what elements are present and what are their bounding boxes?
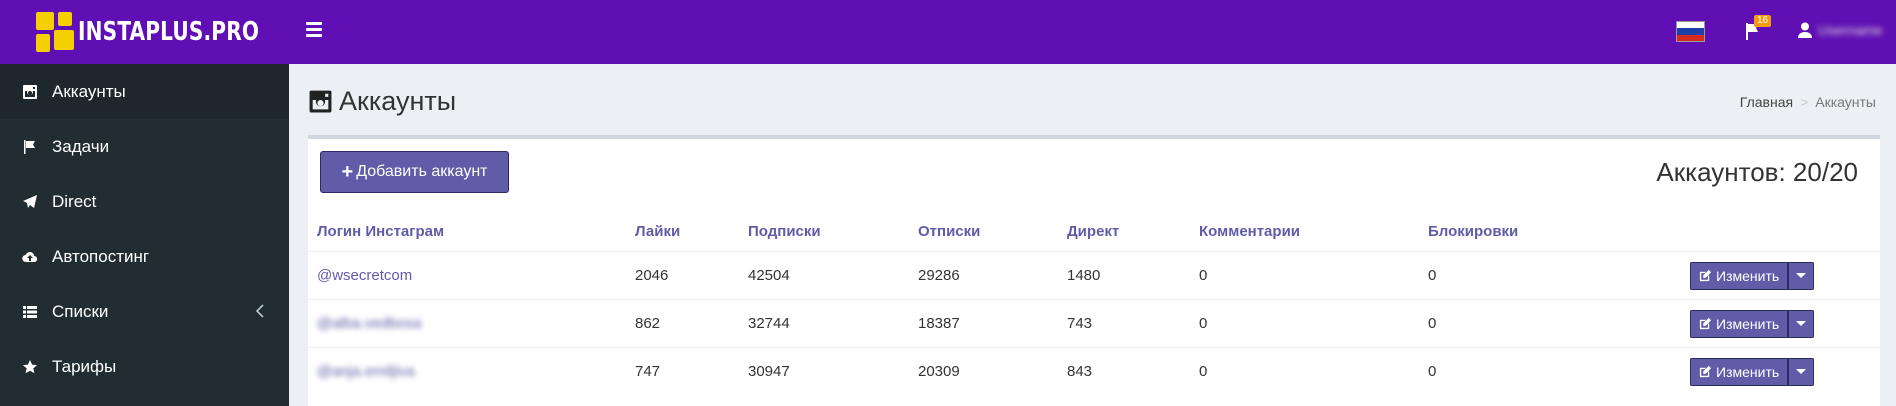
column-header-likes[interactable]: Лайки xyxy=(635,211,680,251)
list-icon xyxy=(22,304,38,320)
plus-icon: + xyxy=(341,161,354,183)
row-actions: Изменить xyxy=(1690,348,1815,395)
notifications-button[interactable]: 16 xyxy=(1743,15,1772,43)
blocks-cell: 0 xyxy=(1428,363,1437,380)
sidebar-item-label: Direct xyxy=(52,191,97,211)
notification-count-badge: 16 xyxy=(1754,15,1772,27)
user-icon xyxy=(1798,22,1812,38)
top-navbar: INSTAPLUS.PRO 16 Username xyxy=(0,0,1896,64)
sidebar-item-label: Аккаунты xyxy=(52,81,126,101)
column-header-login[interactable]: Логин Инстаграм xyxy=(317,211,444,251)
accounts-box: + Добавить аккаунт Аккаунтов: 20/20 Логи… xyxy=(308,135,1880,406)
sidebar-item-lists[interactable]: Списки xyxy=(0,284,289,339)
edit-label: Изменить xyxy=(1716,315,1780,332)
sidebar: Аккаунты Задачи Direct Автопостинг Списк… xyxy=(0,64,289,406)
blocks-cell: 0 xyxy=(1428,315,1437,332)
edit-icon xyxy=(1699,269,1712,282)
row-actions: Изменить xyxy=(1690,252,1815,299)
direct-cell: 743 xyxy=(1067,315,1093,332)
brand-logo[interactable]: INSTAPLUS.PRO xyxy=(0,0,289,64)
breadcrumb-home[interactable]: Главная xyxy=(1740,94,1793,110)
brand-name: INSTAPLUS.PRO xyxy=(78,17,260,47)
row-actions: Изменить xyxy=(1690,300,1815,347)
add-account-button[interactable]: + Добавить аккаунт xyxy=(320,151,509,193)
sidebar-item-label: Автопостинг xyxy=(52,246,150,266)
column-header-follows[interactable]: Подписки xyxy=(748,211,821,251)
instagram-icon xyxy=(22,84,38,100)
edit-dropdown-button[interactable] xyxy=(1788,261,1815,290)
logo-mark-icon xyxy=(36,12,74,52)
edit-button[interactable]: Изменить xyxy=(1690,309,1789,338)
account-login-link[interactable]: @wsecretcom xyxy=(317,252,412,299)
edit-icon xyxy=(1699,317,1712,330)
sidebar-item-accounts[interactable]: Аккаунты xyxy=(0,64,289,119)
likes-cell: 2046 xyxy=(635,267,669,284)
edit-label: Изменить xyxy=(1716,363,1780,380)
edit-button[interactable]: Изменить xyxy=(1690,261,1789,290)
chevron-left-icon[interactable] xyxy=(255,303,265,319)
table-row: @anja.emiljiva 747 30947 20309 843 0 0 И… xyxy=(308,347,1880,395)
accounts-table: Логин Инстаграм Лайки Подписки Отписки Д… xyxy=(308,211,1880,395)
account-login-link[interactable]: @anja.emiljiva xyxy=(317,348,415,395)
edit-dropdown-button[interactable] xyxy=(1788,357,1815,386)
comments-cell: 0 xyxy=(1199,363,1208,380)
edit-label: Изменить xyxy=(1716,267,1780,284)
sidebar-item-label: Задачи xyxy=(52,136,110,156)
direct-cell: 1480 xyxy=(1067,267,1101,284)
language-flag-ru-icon[interactable] xyxy=(1676,21,1705,42)
user-menu[interactable]: Username xyxy=(1798,22,1883,38)
accounts-count: Аккаунтов: 20/20 xyxy=(1656,157,1858,187)
follows-cell: 42504 xyxy=(748,267,790,284)
follows-cell: 32744 xyxy=(748,315,790,332)
breadcrumb-current: Аккаунты xyxy=(1815,94,1876,110)
comments-cell: 0 xyxy=(1199,315,1208,332)
sidebar-item-tariffs[interactable]: Тарифы xyxy=(0,339,289,394)
flag-icon xyxy=(22,139,38,155)
star-icon xyxy=(22,359,38,375)
table-row: @wsecretcom 2046 42504 29286 1480 0 0 Из… xyxy=(308,251,1880,299)
cloud-upload-icon xyxy=(22,249,38,265)
sidebar-item-label: Тарифы xyxy=(52,356,117,376)
direct-cell: 843 xyxy=(1067,363,1093,380)
column-header-blocks[interactable]: Блокировки xyxy=(1428,211,1518,251)
sidebar-item-autoposting[interactable]: Автопостинг xyxy=(0,229,289,284)
blocks-cell: 0 xyxy=(1428,267,1437,284)
breadcrumb-separator: > xyxy=(1800,94,1809,110)
page-title-text: Аккаунты xyxy=(339,86,457,116)
unfollows-cell: 20309 xyxy=(918,363,960,380)
unfollows-cell: 18387 xyxy=(918,315,960,332)
column-header-unfollows[interactable]: Отписки xyxy=(918,211,980,251)
table-header-row: Логин Инстаграм Лайки Подписки Отписки Д… xyxy=(308,211,1880,251)
account-login-link[interactable]: @alba.vedbosa xyxy=(317,300,421,347)
page-title: Аккаунты xyxy=(308,86,456,117)
comments-cell: 0 xyxy=(1199,267,1208,284)
caret-down-icon xyxy=(1796,273,1807,278)
edit-icon xyxy=(1699,365,1712,378)
edit-dropdown-button[interactable] xyxy=(1788,309,1815,338)
likes-cell: 747 xyxy=(635,363,661,380)
sidebar-item-direct[interactable]: Direct xyxy=(0,174,289,229)
unfollows-cell: 29286 xyxy=(918,267,960,284)
user-name: Username xyxy=(1818,22,1883,38)
caret-down-icon xyxy=(1796,369,1807,374)
sidebar-item-tasks[interactable]: Задачи xyxy=(0,119,289,174)
caret-down-icon xyxy=(1796,321,1807,326)
column-header-comments[interactable]: Комментарии xyxy=(1199,211,1300,251)
likes-cell: 862 xyxy=(635,315,661,332)
sidebar-item-label: Списки xyxy=(52,301,109,321)
follows-cell: 30947 xyxy=(748,363,790,380)
breadcrumb: Главная > Аккаунты xyxy=(1740,94,1876,110)
hamburger-menu-icon[interactable] xyxy=(306,22,322,38)
edit-button[interactable]: Изменить xyxy=(1690,357,1789,386)
table-row: @alba.vedbosa 862 32744 18387 743 0 0 Из… xyxy=(308,299,1880,347)
add-account-label: Добавить аккаунт xyxy=(356,163,488,180)
paper-plane-icon xyxy=(22,194,38,210)
instagram-icon xyxy=(309,90,332,113)
column-header-direct[interactable]: Директ xyxy=(1067,211,1119,251)
